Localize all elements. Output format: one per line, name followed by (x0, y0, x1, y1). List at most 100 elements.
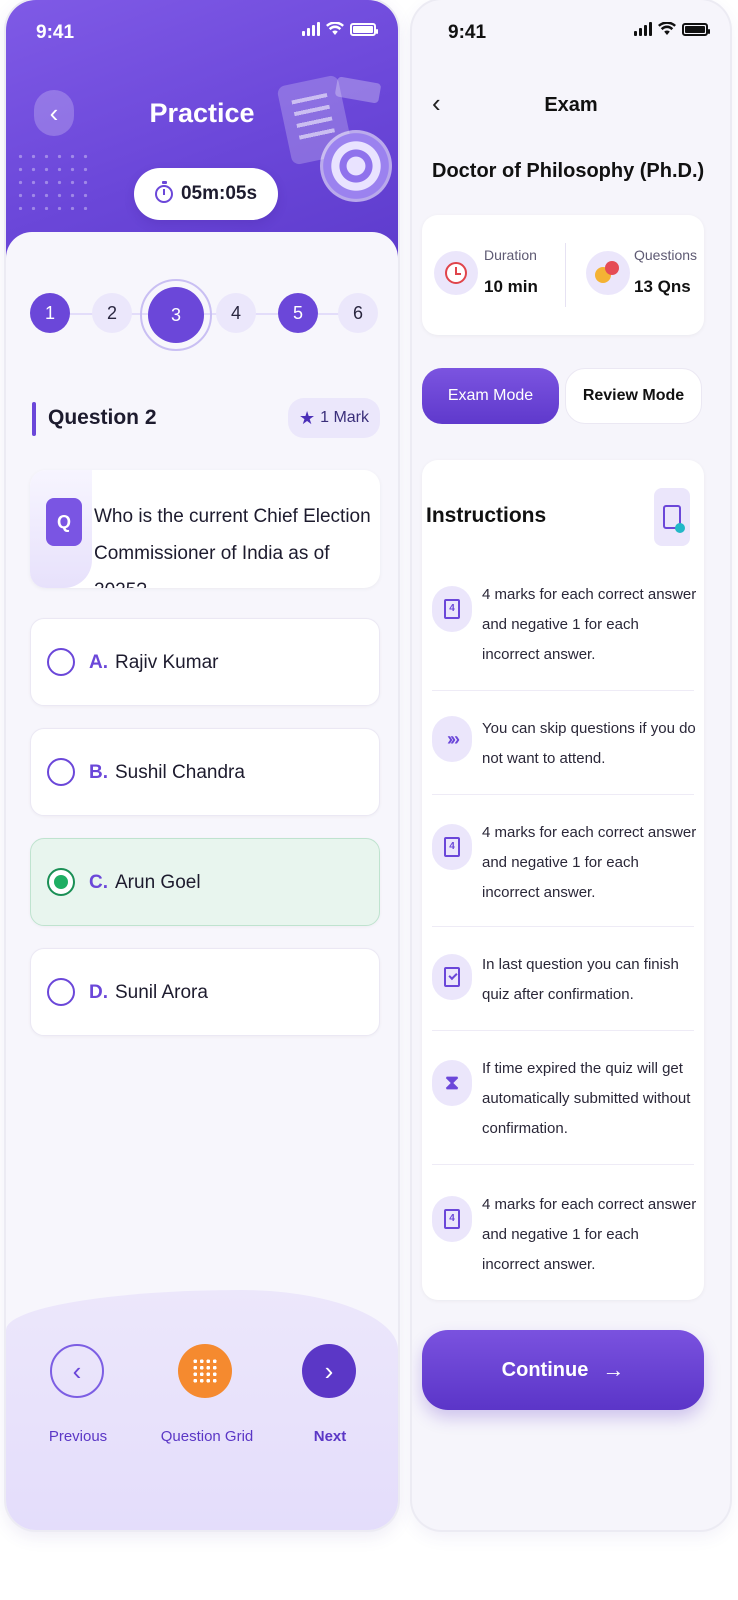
bottom-wave-decoration (6, 1290, 398, 1530)
chevron-right-icon: › (324, 1355, 334, 1386)
arrow-right-icon: → (602, 1357, 625, 1382)
exam-mode-tab[interactable]: Exam Mode (422, 368, 559, 424)
wifi-icon (658, 22, 676, 35)
exam-stats-card: Duration 10 min Questions 13 Qns (422, 215, 704, 335)
review-mode-tab[interactable]: Review Mode (565, 368, 702, 424)
clock-icon (434, 251, 478, 295)
previous-label[interactable]: Previous (38, 1428, 118, 1445)
step-2[interactable]: 2 (92, 293, 132, 333)
option-letter: C. (89, 872, 108, 893)
radio-button-selected[interactable] (47, 868, 75, 896)
step-1[interactable]: 1 (30, 293, 70, 333)
mark-label: 1 Mark (320, 409, 370, 426)
option-letter: B. (89, 762, 108, 783)
marks-page-icon: 4 (432, 824, 472, 870)
status-time: 9:41 (448, 22, 487, 43)
continue-button[interactable]: Continue → (422, 1330, 704, 1410)
duration-label: Duration (484, 247, 537, 263)
grid-icon (192, 1358, 218, 1384)
instruction-text: If time expired the quiz will get automa… (482, 1060, 691, 1137)
step-6[interactable]: 6 (338, 293, 378, 333)
step-3-current[interactable]: 3 (140, 279, 212, 351)
timer-value: 05m:05s (180, 183, 258, 204)
questions-label: Questions (634, 247, 698, 263)
option-text: Sushil Chandra (115, 762, 245, 783)
option-c[interactable]: C. Arun Goel (30, 838, 380, 926)
instructions-doc-icon (654, 488, 690, 546)
divider (432, 1164, 694, 1165)
wifi-icon (326, 22, 344, 35)
page-title: Exam (544, 94, 598, 116)
radio-button[interactable] (47, 648, 75, 676)
option-text: Rajiv Kumar (115, 652, 219, 673)
divider (432, 794, 694, 795)
instruction-text: In last question you can finish quiz aft… (482, 956, 679, 1003)
chevron-left-icon: ‹ (72, 1355, 82, 1386)
question-header: Question 2 ★ 1 Mark (30, 398, 380, 440)
mark-badge: ★ 1 Mark (288, 398, 380, 438)
status-bar: 9:41 (412, 18, 730, 48)
step-5[interactable]: 5 (278, 293, 318, 333)
option-b[interactable]: B. Sushil Chandra (30, 728, 380, 816)
option-letter: A. (89, 652, 108, 673)
stats-divider (565, 243, 566, 307)
question-number: Question 2 (48, 406, 157, 429)
signal-icon (634, 22, 652, 36)
question-grid-label[interactable]: Question Grid (152, 1428, 262, 1445)
previous-button[interactable]: ‹ (50, 1344, 104, 1398)
step-label: 6 (352, 302, 363, 323)
exam-screen: 9:41 ‹ Exam Doctor of Philosophy (Ph.D.)… (412, 0, 730, 1530)
divider (432, 1030, 694, 1031)
step-label: 3 (148, 287, 204, 343)
signal-icon (302, 22, 320, 36)
next-label[interactable]: Next (290, 1428, 370, 1445)
timer-badge: 05m:05s (134, 168, 278, 220)
divider (432, 690, 694, 691)
status-time: 9:41 (36, 22, 75, 43)
target-illustration (320, 130, 392, 202)
question-grid-button[interactable] (178, 1344, 232, 1398)
instruction-text: 4 marks for each correct answer and nega… (482, 824, 697, 901)
radio-button[interactable] (47, 758, 75, 786)
instruction-text: You can skip questions if you do not wan… (482, 720, 696, 767)
step-label: 1 (44, 302, 55, 323)
instruction-text: 4 marks for each correct answer and nega… (482, 1196, 697, 1273)
divider (432, 926, 694, 927)
chat-bubbles-icon (586, 251, 630, 295)
clipboard-check-icon (432, 954, 472, 1000)
battery-icon (350, 22, 378, 36)
instruction-text: 4 marks for each correct answer and nega… (482, 586, 697, 663)
option-letter: D. (89, 982, 108, 1003)
page-title: Practice (149, 98, 255, 128)
instructions-title: Instructions (426, 504, 547, 527)
dot-pattern-decoration (14, 150, 94, 210)
radio-button[interactable] (47, 978, 75, 1006)
battery-icon (682, 22, 710, 36)
questions-value: 13 Qns (634, 277, 691, 296)
continue-label: Continue (501, 1358, 589, 1381)
question-text: Who is the current Chief Election Commis… (94, 506, 371, 588)
duration-value: 10 min (484, 277, 538, 296)
question-card: Q Who is the current Chief Election Comm… (30, 470, 380, 588)
marks-page-icon: 4 (432, 586, 472, 632)
step-label: 5 (292, 302, 303, 323)
practice-screen: 9:41 ‹ Practice 05m:05s 1 2 3 4 5 6 Ques… (6, 0, 398, 1530)
option-a[interactable]: A. Rajiv Kumar (30, 618, 380, 706)
option-d[interactable]: D. Sunil Arora (30, 948, 380, 1036)
hourglass-icon: ⧗ (432, 1060, 472, 1106)
star-icon: ★ (298, 407, 316, 428)
option-text: Sunil Arora (115, 982, 208, 1003)
exam-name: Doctor of Philosophy (Ph.D.) (432, 160, 705, 182)
skip-icon: ›» (432, 716, 472, 762)
step-label: 2 (106, 302, 117, 323)
accent-bar (32, 402, 36, 436)
step-4[interactable]: 4 (216, 293, 256, 333)
next-button[interactable]: › (302, 1344, 356, 1398)
status-bar: 9:41 (6, 18, 398, 48)
step-label: 4 (230, 302, 241, 323)
option-text: Arun Goel (115, 872, 201, 893)
stopwatch-icon (154, 181, 173, 203)
question-badge: Q (46, 498, 82, 546)
marks-page-icon: 4 (432, 1196, 472, 1242)
question-stepper: 1 2 3 4 5 6 (30, 279, 380, 351)
